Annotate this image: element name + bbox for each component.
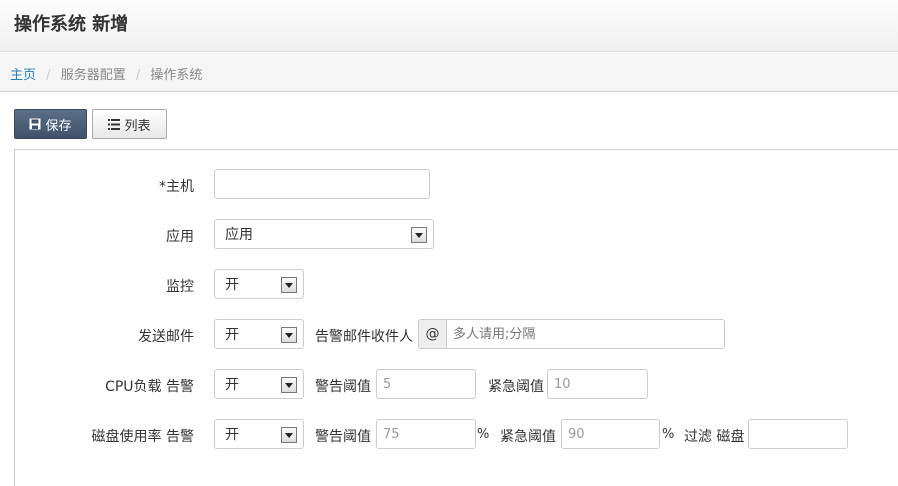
app-select-value: 应用 <box>225 227 253 243</box>
cpu-warn-label: 警告阈值 <box>315 379 371 395</box>
email-label: 发送邮件 <box>138 329 194 345</box>
breadcrumb-separator: / <box>135 68 141 83</box>
disk-warn-unit: % <box>477 427 490 442</box>
list-button[interactable]: 列表 <box>92 109 167 139</box>
cpu-crit-input[interactable] <box>547 369 648 399</box>
host-input[interactable] <box>214 169 430 199</box>
email-recipients-input[interactable] <box>446 319 725 349</box>
disk-filter-label: 过滤 磁盘 <box>684 429 745 445</box>
disk-crit-label: 紧急阈值 <box>500 429 556 445</box>
save-button[interactable]: 保存 <box>14 109 87 139</box>
list-icon <box>108 118 121 130</box>
breadcrumb: 主页 / 服务器配置 / 操作系统 <box>0 53 898 92</box>
breadcrumb-current: 操作系统 <box>150 68 203 83</box>
disk-alert-select[interactable]: 开 <box>214 419 304 449</box>
app-select[interactable]: 应用 <box>214 219 434 249</box>
breadcrumb-home-link[interactable]: 主页 <box>10 68 36 83</box>
chevron-down-icon <box>281 327 297 343</box>
cpu-alert-label: CPU负载 告警 <box>105 379 194 395</box>
save-button-label: 保存 <box>45 118 72 134</box>
email-recipients-label: 告警邮件收件人 <box>315 329 413 345</box>
list-button-label: 列表 <box>124 118 151 134</box>
breadcrumb-separator: / <box>46 68 51 83</box>
cpu-crit-label: 紧急阈值 <box>488 379 544 395</box>
chevron-down-icon <box>281 277 297 293</box>
monitor-select[interactable]: 开 <box>214 269 304 299</box>
monitor-label: 监控 <box>166 279 194 295</box>
app-label: 应用 <box>166 229 194 245</box>
chevron-down-icon <box>411 227 427 243</box>
disk-alert-select-value: 开 <box>225 427 239 443</box>
chevron-down-icon <box>281 427 297 443</box>
chevron-down-icon <box>281 377 297 393</box>
at-sign-icon: @ <box>418 319 446 349</box>
page-title: 操作系统 新增 <box>14 14 129 35</box>
disk-warn-label: 警告阈值 <box>315 429 371 445</box>
cpu-alert-select[interactable]: 开 <box>214 369 304 399</box>
monitor-select-value: 开 <box>225 277 239 293</box>
disk-crit-unit: % <box>662 427 675 442</box>
disk-warn-input[interactable] <box>376 419 476 449</box>
breadcrumb-section: 服务器配置 <box>60 68 126 83</box>
cpu-warn-input[interactable] <box>376 369 476 399</box>
host-label: *主机 <box>159 179 194 195</box>
floppy-disk-icon <box>29 118 41 130</box>
disk-filter-input[interactable] <box>748 419 848 449</box>
disk-crit-input[interactable] <box>561 419 660 449</box>
email-select[interactable]: 开 <box>214 319 304 349</box>
cpu-alert-select-value: 开 <box>225 377 239 393</box>
page-header: 操作系统 新增 <box>0 0 898 52</box>
disk-alert-label: 磁盘使用率 告警 <box>91 429 194 445</box>
email-select-value: 开 <box>225 327 239 343</box>
